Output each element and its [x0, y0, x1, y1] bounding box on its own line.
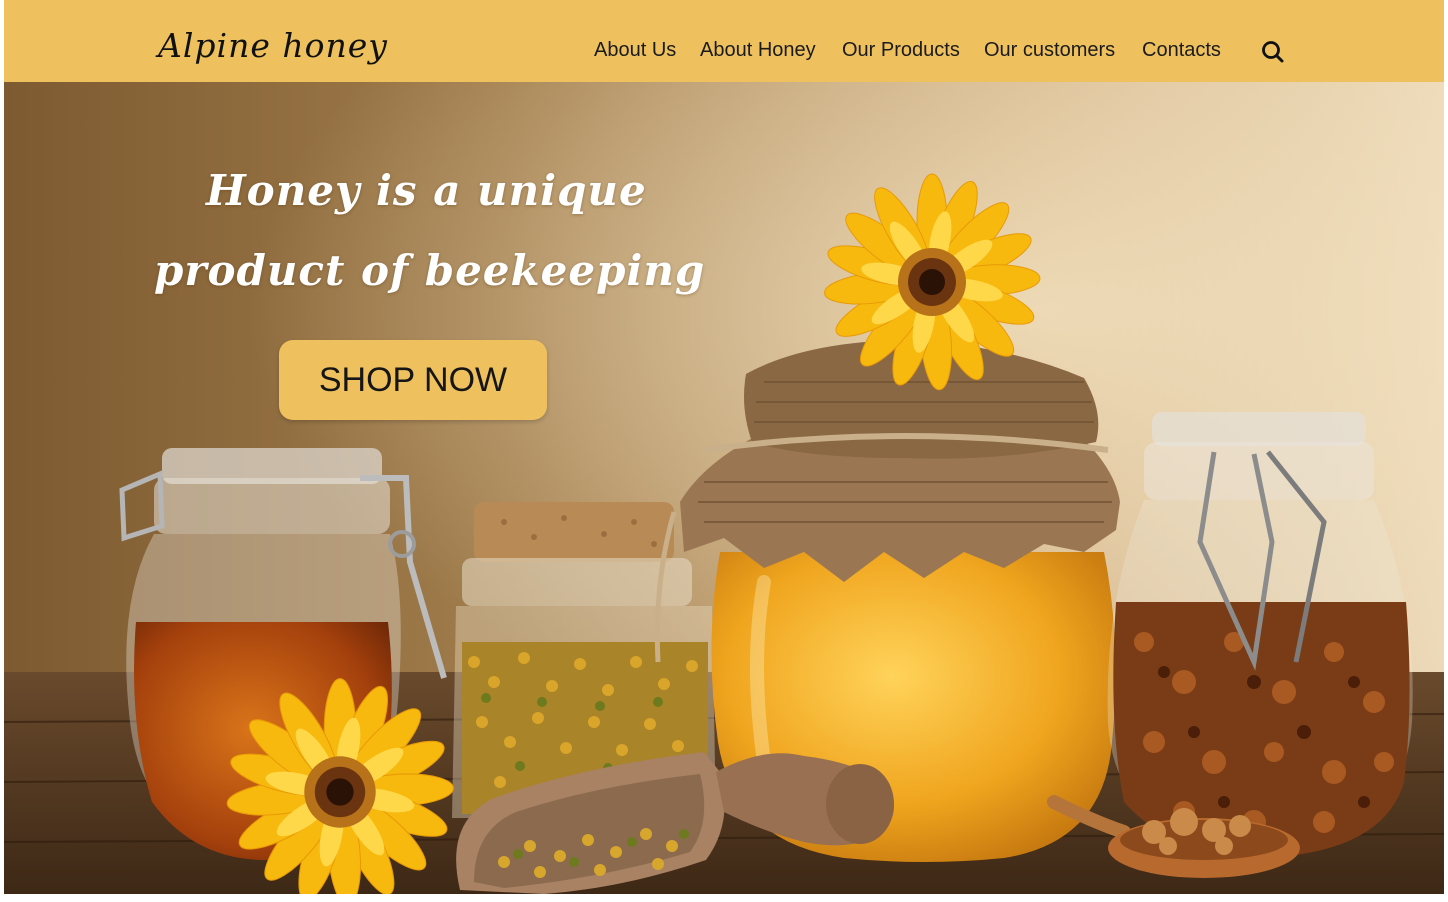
- nav-contacts[interactable]: Contacts: [1142, 39, 1221, 62]
- nav-about-honey[interactable]: About Honey: [700, 39, 816, 62]
- nav-our-products[interactable]: Our Products: [842, 39, 960, 62]
- hero-headline-line-2: product of beekeeping: [154, 246, 706, 295]
- nav-our-customers[interactable]: Our customers: [984, 39, 1115, 62]
- hero-section: Honey is a unique product of beekeeping …: [4, 82, 1444, 894]
- hero-headline-line-1: Honey is a unique: [206, 166, 647, 215]
- nav-about-us[interactable]: About Us: [594, 39, 676, 62]
- top-navbar: Alpine honey About Us About Honey Our Pr…: [4, 0, 1444, 82]
- shop-now-button[interactable]: SHOP NOW: [279, 340, 547, 420]
- site-logo[interactable]: Alpine honey: [158, 26, 388, 65]
- page-frame: Alpine honey About Us About Honey Our Pr…: [4, 0, 1444, 894]
- search-icon[interactable]: [1260, 39, 1286, 65]
